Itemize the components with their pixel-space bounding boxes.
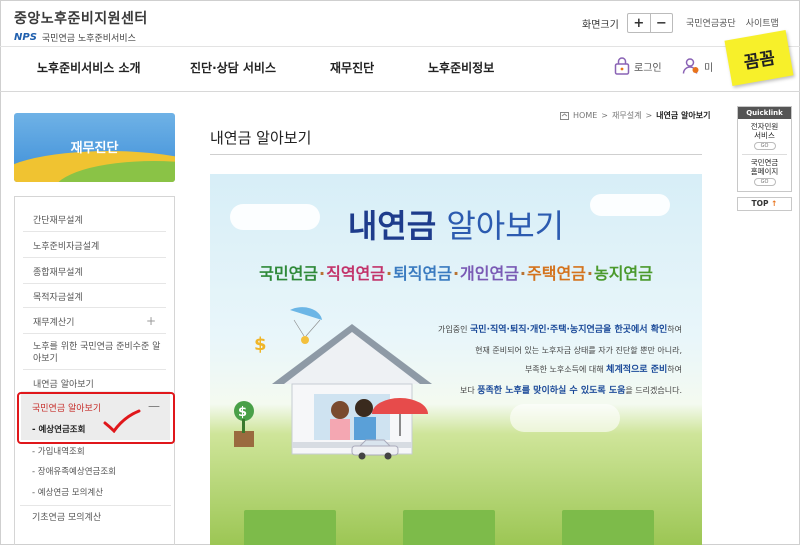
home-icon <box>560 111 569 120</box>
quicklink-header: Quicklink <box>738 107 791 119</box>
feature-card-2[interactable] <box>403 510 495 545</box>
breadcrumb: HOME > 재무설계 > 내연금 알아보기 <box>560 110 710 121</box>
join-label: 미 <box>704 62 714 74</box>
money-plant-illustration: $ <box>234 401 254 447</box>
site-logo[interactable]: 중앙노후준비지원센터 NPS 국민연금 노후준비서비스 <box>14 8 148 44</box>
font-size-increase-button[interactable]: + <box>628 14 650 32</box>
expand-icon[interactable]: + <box>146 314 156 328</box>
svg-text:$: $ <box>238 405 247 420</box>
quicklink-panel: Quicklink 전자민원 서비스 GO 국민연금 홈페이지 GO <box>737 106 792 192</box>
breadcrumb-home[interactable]: HOME <box>573 111 597 120</box>
sidebar-item-retirement-fund-plan[interactable]: 노후준비자금설계 <box>33 239 99 252</box>
tag-farmland: 농지연금 <box>593 264 653 283</box>
font-size-control: 화면크기 + − <box>582 13 673 33</box>
pension-type-tags: 국민연금·직역연금·퇴직연금·개인연금·주택연금·농지연금 <box>259 264 653 283</box>
lock-icon <box>614 57 630 75</box>
page-title: 내연금 알아보기 <box>210 129 312 147</box>
go-button[interactable]: GO <box>753 178 776 186</box>
gnb-item-financial-diagnosis[interactable]: 재무진단 <box>330 59 374 76</box>
sidebar-item-simple-plan[interactable]: 간단재무설계 <box>33 213 83 226</box>
title-divider <box>210 154 702 155</box>
breadcrumb-mid[interactable]: 재무설계 <box>612 110 641 121</box>
sidebar-item-purpose-fund-plan[interactable]: 목적자금설계 <box>33 290 83 303</box>
sidebar-item-calculator[interactable]: 재무계산기 <box>33 315 74 328</box>
checkmark-icon <box>103 409 141 433</box>
font-size-decrease-button[interactable]: − <box>649 14 672 32</box>
tag-retirement: 퇴직연금 <box>393 264 452 283</box>
nps-subtitle: 국민연금 노후준비서비스 <box>41 34 136 44</box>
login-link[interactable]: 로그인 <box>614 57 662 75</box>
hero-banner: 내연금 알아보기 국민연금·직역연금·퇴직연금·개인연금·주택연금·농지연금 $… <box>210 174 702 545</box>
gnb-divider <box>0 91 800 92</box>
sidebar-item-my-pension[interactable]: 내연금 알아보기 <box>33 377 94 390</box>
login-label: 로그인 <box>634 62 662 74</box>
quicklink-eminwon[interactable]: 전자민원 서비스 GO <box>738 122 791 150</box>
gnb-item-retirement-info[interactable]: 노후준비정보 <box>428 59 494 76</box>
user-icon <box>682 58 699 74</box>
tag-national: 국민연금 <box>259 264 319 283</box>
join-link[interactable]: 미 <box>682 57 713 75</box>
gnb-item-service-intro[interactable]: 노후준비서비스 소개 <box>37 59 141 76</box>
nps-logo-icon: NPS <box>14 32 37 43</box>
breadcrumb-sep: > <box>601 111 608 120</box>
quicklink-nps-homepage[interactable]: 국민연금 홈페이지 GO <box>738 158 791 186</box>
sidebar-subitem-disability-survivor[interactable]: - 장애유족예상연금조회 <box>32 465 116 477</box>
sidebar-item-pension-readiness-cont: 아보기 <box>33 354 58 364</box>
umbrella-illustration <box>372 398 428 436</box>
gnb-item-diagnosis-consulting[interactable]: 진단·상담 서비스 <box>190 59 276 76</box>
sidebar-item-basic-pension[interactable]: 기초연금 모의계산 <box>32 510 101 523</box>
global-nav: 노후준비서비스 소개 진단·상담 서비스 재무진단 노후준비정보 <box>0 47 800 91</box>
nps-link[interactable]: 국민연금공단 <box>686 16 736 29</box>
feature-card-1[interactable] <box>244 510 336 545</box>
sidebar-banner-title: 재무진단 <box>70 141 119 156</box>
arrow-up-icon: ↑ <box>771 199 778 208</box>
hero-description: 가입중인 국민·직역·퇴직·개인·주택·농지연금을 한곳에서 확인하여 현재 준… <box>438 325 682 396</box>
tag-occupational: 직역연금 <box>326 264 385 283</box>
sidebar-subitem-subscription-history[interactable]: - 가입내역조회 <box>32 445 85 457</box>
sidebar-subitem-mock-calculation[interactable]: - 예상연금 모의계산 <box>32 486 103 498</box>
site-title: 중앙노후준비지원센터 <box>14 11 148 27</box>
top-links: 국민연금공단 사이트맵 <box>686 16 779 29</box>
feature-card-3[interactable] <box>562 510 654 545</box>
top-button[interactable]: TOP ↑ <box>737 197 792 211</box>
sitemap-link[interactable]: 사이트맵 <box>746 16 779 29</box>
hero-title: 내연금 알아보기 <box>347 207 565 245</box>
font-size-label: 화면크기 <box>582 19 619 31</box>
car-illustration <box>351 439 399 460</box>
tag-housing: 주택연금 <box>527 264 586 283</box>
sidebar-banner: 재무진단 <box>14 113 175 182</box>
breadcrumb-sep: > <box>645 111 653 120</box>
go-button[interactable]: GO <box>753 142 776 150</box>
tag-personal: 개인연금 <box>460 264 519 283</box>
sidebar-item-comprehensive-plan[interactable]: 종합재무설계 <box>33 265 83 278</box>
breadcrumb-current: 내연금 알아보기 <box>656 111 711 120</box>
highlight-box <box>17 392 175 444</box>
